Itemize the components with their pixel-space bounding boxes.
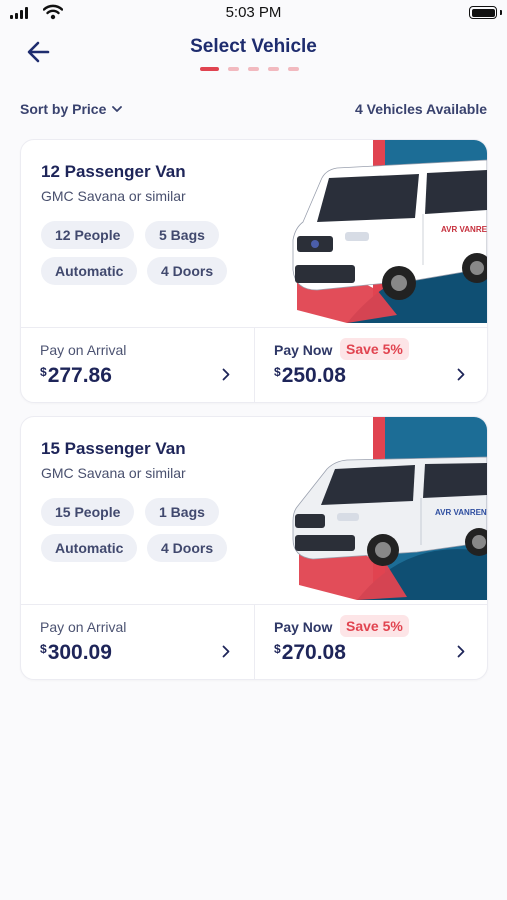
feature-doors-pill: 4 Doors bbox=[147, 257, 228, 285]
vehicle-card-info[interactable]: 15 Passenger Van GMC Savana or similar 1… bbox=[21, 417, 487, 604]
pay-on-arrival-button[interactable]: Pay on Arrival $300.09 bbox=[21, 605, 255, 679]
vehicle-name: 12 Passenger Van bbox=[41, 162, 186, 181]
pay-on-arrival-label: Pay on Arrival bbox=[40, 619, 127, 635]
vehicle-card[interactable]: 12 Passenger Van GMC Savana or similar 1… bbox=[20, 139, 488, 403]
vehicle-model: GMC Savana or similar bbox=[41, 188, 186, 204]
van-brand-text: AVR VANRENTAL bbox=[435, 508, 487, 517]
price-options: Pay on Arrival $277.86 Pay Now Save 5% $… bbox=[21, 327, 487, 402]
vehicle-card[interactable]: 15 Passenger Van GMC Savana or similar 1… bbox=[20, 416, 488, 680]
van-brand-text: AVR VANRENTAL bbox=[441, 225, 487, 234]
step-indicator bbox=[200, 67, 299, 71]
feature-people-pill: 12 People bbox=[41, 221, 135, 249]
currency-symbol: $ bbox=[40, 365, 47, 379]
chevron-right-icon bbox=[222, 645, 230, 658]
pay-on-arrival-price: $277.86 bbox=[40, 364, 112, 388]
chevron-down-icon bbox=[112, 105, 123, 112]
van-image: AVR VANRENTAL bbox=[292, 140, 487, 323]
step-dot bbox=[288, 67, 299, 71]
currency-symbol: $ bbox=[274, 642, 281, 656]
step-dot bbox=[268, 67, 279, 71]
vehicle-model: GMC Savana or similar bbox=[41, 465, 186, 481]
pay-on-arrival-label: Pay on Arrival bbox=[40, 342, 127, 358]
price-value: 300.09 bbox=[47, 641, 112, 664]
page-title: Select Vehicle bbox=[190, 36, 317, 57]
feature-bags-pill: 5 Bags bbox=[145, 221, 219, 249]
battery-tip bbox=[500, 10, 502, 15]
vehicle-name: 15 Passenger Van bbox=[41, 439, 186, 458]
vehicles-count: 4 Vehicles Available bbox=[354, 101, 487, 117]
pay-now-price: $250.08 bbox=[274, 364, 346, 388]
chevron-right-icon bbox=[457, 368, 465, 381]
save-badge: Save 5% bbox=[340, 338, 409, 360]
step-dot bbox=[228, 67, 239, 71]
status-bar: 5:03 PM bbox=[0, 0, 507, 30]
step-dot-active bbox=[200, 67, 219, 71]
chevron-right-icon bbox=[222, 368, 230, 381]
price-options: Pay on Arrival $300.09 Pay Now Save 5% $… bbox=[21, 604, 487, 679]
feature-transmission-pill: Automatic bbox=[41, 257, 138, 285]
sort-label: Sort by Price bbox=[20, 101, 107, 117]
save-badge: Save 5% bbox=[340, 615, 409, 637]
pay-on-arrival-button[interactable]: Pay on Arrival $277.86 bbox=[21, 328, 255, 402]
chevron-right-icon bbox=[457, 645, 465, 658]
pay-now-label: Pay Now bbox=[274, 619, 333, 635]
status-time: 5:03 PM bbox=[225, 4, 282, 21]
step-dot bbox=[248, 67, 259, 71]
pay-now-label: Pay Now bbox=[274, 342, 333, 358]
price-value: 270.08 bbox=[281, 641, 346, 664]
price-value: 277.86 bbox=[47, 364, 112, 387]
pay-now-price: $270.08 bbox=[274, 641, 346, 665]
feature-bags-pill: 1 Bags bbox=[145, 498, 219, 526]
currency-symbol: $ bbox=[40, 642, 47, 656]
price-value: 250.08 bbox=[281, 364, 346, 387]
feature-transmission-pill: Automatic bbox=[41, 534, 138, 562]
sort-dropdown[interactable]: Sort by Price bbox=[20, 101, 123, 117]
van-image: AVR VANRENTAL bbox=[292, 417, 487, 600]
pay-now-button[interactable]: Pay Now Save 5% $250.08 bbox=[255, 328, 487, 402]
feature-people-pill: 15 People bbox=[41, 498, 135, 526]
pay-now-button[interactable]: Pay Now Save 5% $270.08 bbox=[255, 605, 487, 679]
list-toolbar: Sort by Price 4 Vehicles Available bbox=[20, 101, 487, 121]
vehicle-card-info[interactable]: 12 Passenger Van GMC Savana or similar 1… bbox=[21, 140, 487, 327]
pay-on-arrival-price: $300.09 bbox=[40, 641, 112, 665]
currency-symbol: $ bbox=[274, 365, 281, 379]
feature-doors-pill: 4 Doors bbox=[147, 534, 228, 562]
battery-icon bbox=[469, 6, 497, 19]
